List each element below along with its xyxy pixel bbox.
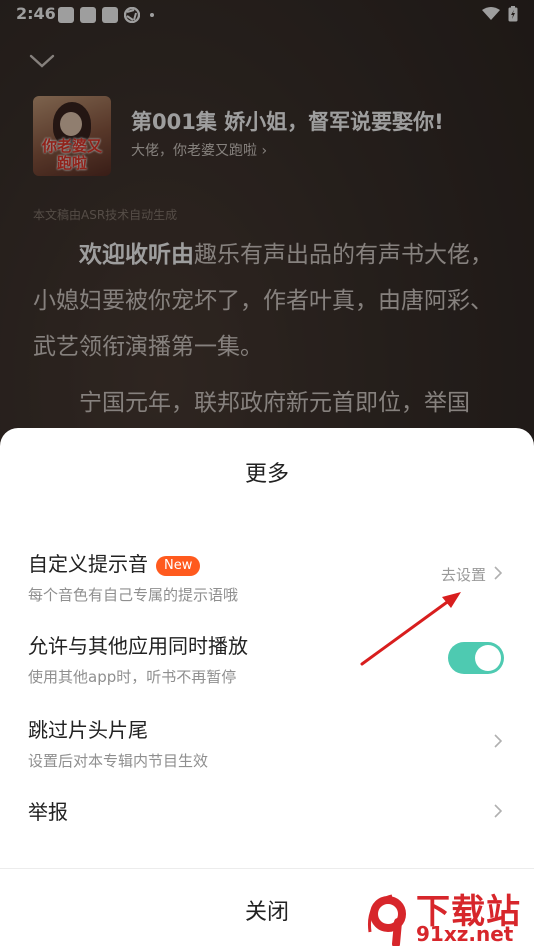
more-bottom-sheet: 更多 自定义提示音 New 每个音色有自己专属的提示语哦 去设置 允许与其他应用同… <box>0 428 534 950</box>
row-subtitle: 设置后对本专辑内节目生效 <box>28 752 209 770</box>
skip-intro-outro-row[interactable]: 跳过片头片尾 设置后对本专辑内节目生效 <box>0 712 534 772</box>
site-watermark: 下载站 91xz.net <box>360 888 534 950</box>
row-title: 跳过片头片尾 <box>28 718 148 742</box>
row-title: 允许与其他应用同时播放 <box>28 634 248 658</box>
row-subtitle: 每个音色有自己专属的提示语哦 <box>28 586 239 604</box>
row-subtitle: 使用其他app时，听书不再暂停 <box>28 668 237 686</box>
allow-concurrent-playback-row: 允许与其他应用同时播放 使用其他app时，听书不再暂停 <box>0 628 534 688</box>
concurrent-playback-toggle[interactable] <box>448 642 504 674</box>
chevron-right-icon <box>494 566 502 580</box>
watermark-logo-icon <box>367 894 406 946</box>
chevron-right-icon <box>494 804 502 818</box>
watermark-url: 91xz.net <box>416 922 514 946</box>
row-title: 举报 <box>28 800 68 824</box>
toggle-knob <box>475 645 501 671</box>
report-row[interactable]: 举报 <box>0 794 534 834</box>
custom-prompt-sound-row[interactable]: 自定义提示音 New 每个音色有自己专属的提示语哦 去设置 <box>0 546 534 606</box>
chevron-right-icon <box>494 734 502 748</box>
row-title: 自定义提示音 <box>28 552 148 576</box>
new-badge: New <box>156 555 201 576</box>
go-settings-link[interactable]: 去设置 <box>441 564 486 585</box>
sheet-title: 更多 <box>244 462 289 487</box>
